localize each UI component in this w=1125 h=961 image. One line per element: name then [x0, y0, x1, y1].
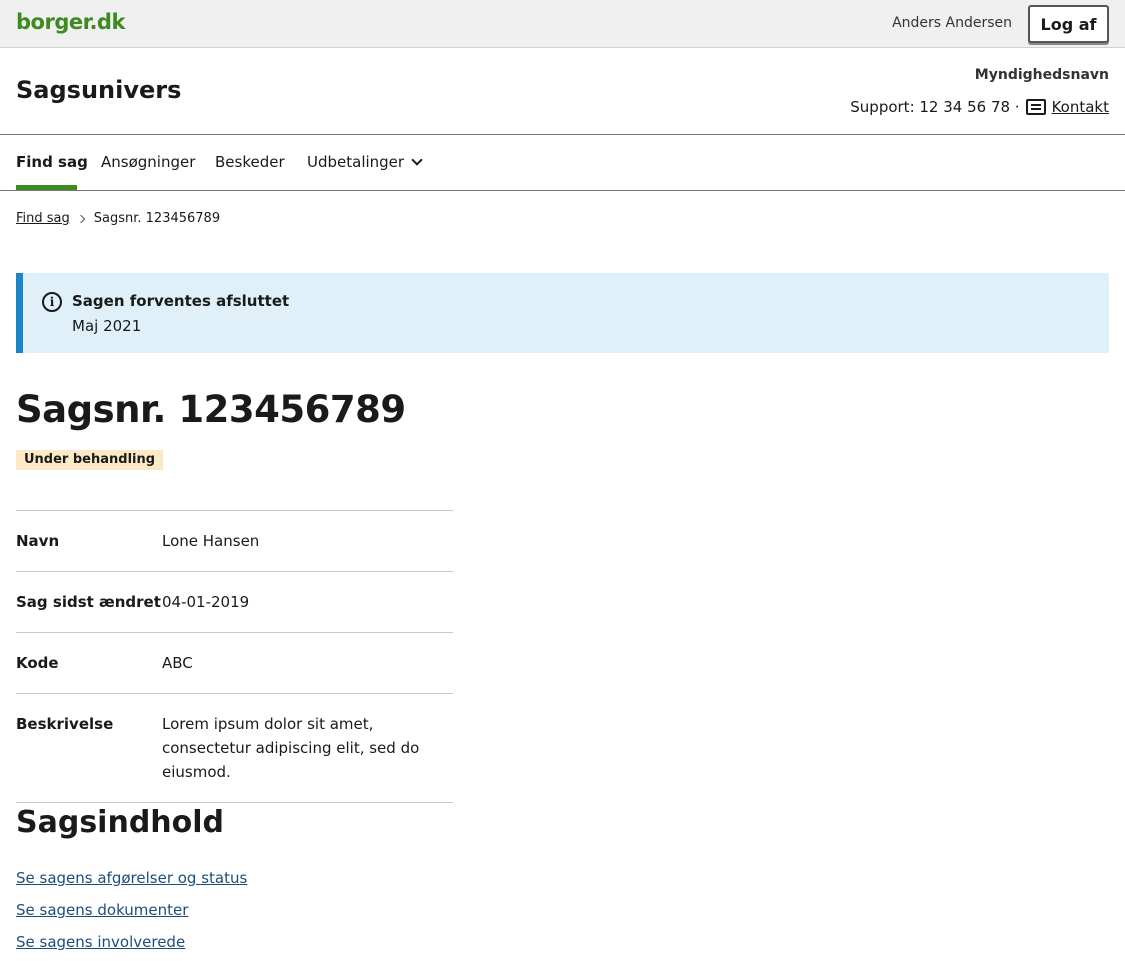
support-info: Support: 12 34 56 78 · Kontakt	[850, 98, 1109, 116]
user-name: Anders Andersen	[892, 15, 1012, 31]
app-title: Sagsunivers	[16, 76, 182, 104]
nav-active-indicator	[16, 185, 77, 190]
nav-item-find-sag[interactable]: Find sag	[16, 153, 88, 171]
link-afgoerelser-status[interactable]: Se sagens afgørelser og status	[16, 862, 247, 894]
detail-value: ABC	[162, 654, 193, 672]
detail-value: Lorem ipsum dolor sit amet, consectetur …	[162, 715, 420, 781]
top-bar: borger.dk Anders Andersen Log af	[0, 0, 1125, 48]
support-text: Support: 12 34 56 78 ·	[850, 98, 1020, 116]
page-title: Sagsnr. 123456789	[16, 388, 406, 431]
detail-key: Beskrivelse	[16, 715, 114, 733]
status-badge: Under behandling	[16, 450, 164, 470]
detail-key: Navn	[16, 532, 60, 550]
main-nav: Find sag Ansøgninger Beskeder Udbetaling…	[0, 135, 1125, 191]
contact-icon	[1025, 99, 1046, 115]
case-details: Navn Lone Hansen Sag sidst ændret 04-01-…	[16, 510, 453, 803]
chevron-down-icon	[411, 154, 423, 166]
detail-row: Beskrivelse Lorem ipsum dolor sit amet, …	[16, 693, 453, 803]
detail-key: Kode	[16, 654, 59, 672]
alert-body: Maj 2021	[72, 317, 142, 335]
nav-item-udbetalinger-label: Udbetalinger	[307, 153, 405, 171]
link-dokumenter[interactable]: Se sagens dokumenter	[16, 894, 247, 926]
detail-row: Navn Lone Hansen	[16, 510, 453, 571]
contact-link[interactable]: Kontakt	[1052, 98, 1109, 116]
detail-value: 04-01-2019	[162, 593, 250, 611]
nav-item-ansoegninger[interactable]: Ansøgninger	[101, 153, 195, 171]
site-header: Sagsunivers Myndighedsnavn Support: 12 3…	[0, 48, 1125, 135]
breadcrumb: Find sag Sagsnr. 123456789	[16, 211, 220, 226]
nav-item-udbetalinger[interactable]: Udbetalinger	[307, 153, 423, 171]
detail-row: Kode ABC	[16, 632, 453, 693]
info-icon: i	[42, 292, 62, 312]
authority-name: Myndighedsnavn	[974, 67, 1109, 83]
alert-title: Sagen forventes afsluttet	[72, 292, 290, 310]
case-content-links: Se sagens afgørelser og status Se sagens…	[16, 862, 247, 958]
chevron-right-icon	[76, 214, 86, 223]
section-title-sagsindhold: Sagsindhold	[16, 805, 225, 840]
link-involverede[interactable]: Se sagens involverede	[16, 926, 247, 958]
nav-item-beskeder[interactable]: Beskeder	[215, 153, 285, 171]
detail-row: Sag sidst ændret 04-01-2019	[16, 571, 453, 632]
breadcrumb-current: Sagsnr. 123456789	[93, 211, 221, 226]
detail-key: Sag sidst ændret	[16, 593, 161, 611]
logout-button[interactable]: Log af	[1028, 5, 1109, 43]
breadcrumb-link-find-sag[interactable]: Find sag	[16, 211, 70, 226]
detail-value: Lone Hansen	[162, 532, 260, 550]
info-alert: i Sagen forventes afsluttet Maj 2021	[16, 273, 1109, 353]
borger-dk-logo[interactable]: borger.dk	[16, 10, 125, 34]
